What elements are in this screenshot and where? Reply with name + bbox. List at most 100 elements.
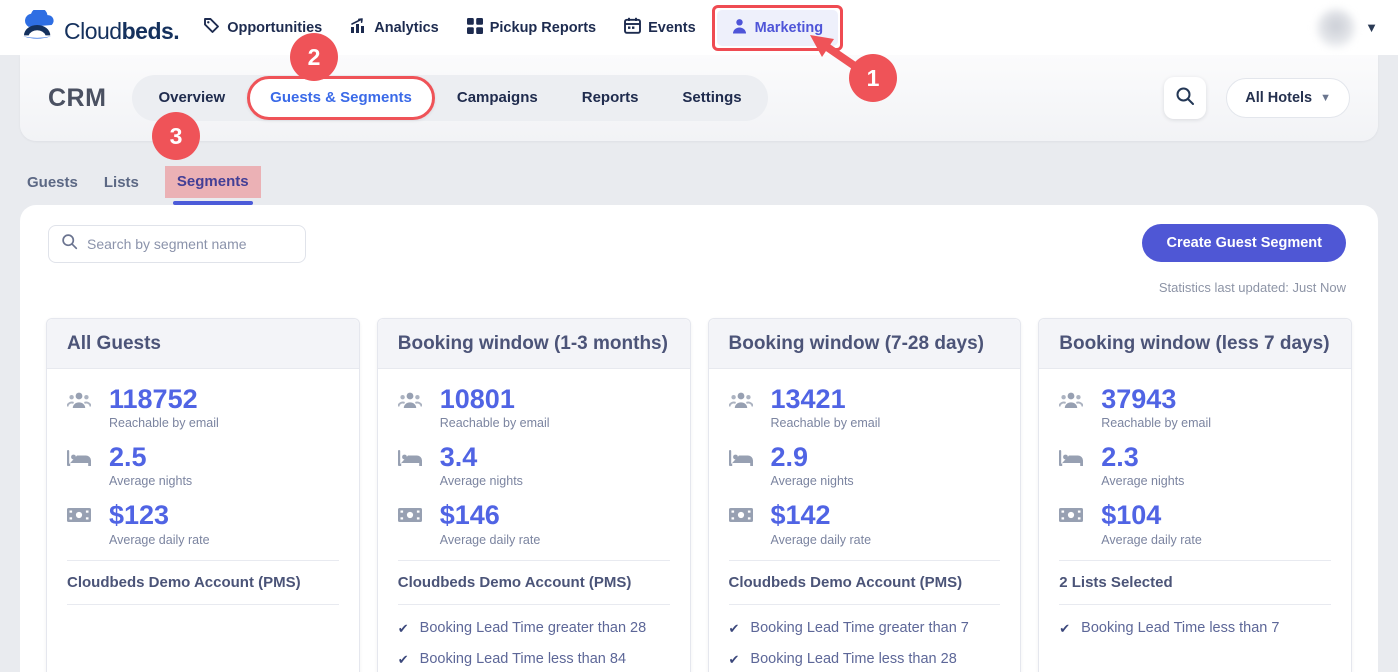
crm-tab-bar: Overview Guests & Segments Campaigns Rep…	[132, 75, 767, 121]
money-icon	[1059, 501, 1085, 546]
stat-label: Average nights	[1101, 474, 1184, 488]
nav-analytics[interactable]: Analytics	[350, 17, 438, 38]
divider	[398, 560, 670, 561]
segment-card-title[interactable]: All Guests	[47, 319, 359, 369]
analytics-chart-icon	[350, 17, 367, 38]
stat-rate: $142 Average daily rate	[729, 501, 1001, 546]
segment-source: Cloudbeds Demo Account (PMS)	[729, 574, 1001, 591]
stat-rate: $104 Average daily rate	[1059, 501, 1331, 546]
segment-card-all-guests: All Guests 118752 Reachable by email 2.5…	[46, 318, 360, 672]
segments-subtab-bar: Guests Lists Segments	[27, 166, 261, 198]
stat-reachable: 13421 Reachable by email	[729, 385, 1001, 430]
page-title: CRM	[48, 84, 106, 113]
subtab-guests[interactable]: Guests	[27, 174, 78, 191]
people-icon	[398, 385, 424, 430]
annotation-highlight-segments: Segments	[165, 166, 261, 198]
stat-value: $123	[109, 501, 210, 529]
grid-icon	[467, 18, 483, 38]
annotation-step-1: 1	[849, 54, 897, 102]
segment-search-box	[48, 225, 306, 263]
top-right-controls: ▼	[1317, 9, 1378, 47]
nav-events[interactable]: Events	[624, 17, 696, 38]
cloudbeds-logo[interactable]: Cloudbeds.	[20, 10, 179, 45]
criteria-item: ✔ Booking Lead Time greater than 7	[729, 620, 1001, 638]
avatar[interactable]	[1317, 9, 1355, 47]
tab-settings[interactable]: Settings	[660, 75, 763, 121]
segment-card-title[interactable]: Booking window (7-28 days)	[709, 319, 1021, 369]
stat-label: Average daily rate	[1101, 533, 1202, 547]
stat-label: Average nights	[109, 474, 192, 488]
people-icon	[1059, 385, 1085, 430]
stat-label: Reachable by email	[109, 416, 219, 430]
segment-card-body: 118752 Reachable by email 2.5 Average ni…	[47, 369, 359, 605]
stat-label: Average nights	[440, 474, 523, 488]
stat-value: $142	[771, 501, 872, 529]
chevron-down-icon: ▼	[1320, 92, 1331, 104]
tab-reports[interactable]: Reports	[560, 75, 661, 121]
stat-value: 118752	[109, 385, 219, 413]
criteria-item: ✔Booking Lead Time less than 28	[729, 651, 1001, 669]
segments-panel: Create Guest Segment Statistics last upd…	[20, 205, 1378, 672]
bed-icon	[729, 443, 755, 488]
annotation-step-2: 2	[290, 33, 338, 81]
stat-value: 2.5	[109, 443, 192, 471]
segment-card-body: 13421 Reachable by email 2.9 Average nig…	[709, 369, 1021, 669]
subtab-lists[interactable]: Lists	[104, 174, 139, 191]
stat-label: Reachable by email	[440, 416, 550, 430]
tab-overview[interactable]: Overview	[136, 75, 247, 121]
stat-value: 3.4	[440, 443, 523, 471]
segment-search-input[interactable]	[87, 236, 293, 252]
stat-value: 10801	[440, 385, 550, 413]
active-subtab-underline	[173, 201, 253, 205]
search-button[interactable]	[1164, 77, 1206, 119]
stat-label: Average daily rate	[109, 533, 210, 547]
divider	[67, 604, 339, 605]
stat-value: $104	[1101, 501, 1202, 529]
stat-value: $146	[440, 501, 541, 529]
stat-value: 13421	[771, 385, 881, 413]
segment-card-title[interactable]: Booking window (1-3 months)	[378, 319, 690, 369]
segment-card-title[interactable]: Booking window (less 7 days)	[1039, 319, 1351, 369]
top-navigation-bar: Cloudbeds. Opportunities Analytics Picku…	[0, 0, 1398, 55]
stat-reachable: 10801 Reachable by email	[398, 385, 670, 430]
stat-nights: 3.4 Average nights	[398, 443, 670, 488]
criteria-text: Booking Lead Time less than 28	[750, 651, 956, 667]
divider	[398, 604, 670, 605]
hotel-selector-dropdown[interactable]: All Hotels ▼	[1226, 78, 1350, 118]
nav-label: Pickup Reports	[490, 20, 596, 36]
segment-card-body: 10801 Reachable by email 3.4 Average nig…	[378, 369, 690, 669]
criteria-list: ✔Booking Lead Time greater than 28 ✔Book…	[398, 620, 670, 669]
check-icon: ✔	[398, 651, 409, 669]
divider	[729, 604, 1001, 605]
criteria-text: Booking Lead Time less than 7	[1081, 620, 1279, 636]
check-icon: ✔	[398, 620, 409, 638]
divider	[729, 560, 1001, 561]
nav-pickup-reports[interactable]: Pickup Reports	[467, 18, 596, 38]
criteria-text: Booking Lead Time greater than 7	[750, 620, 968, 636]
segment-card-body: 37943 Reachable by email 2.3 Average nig…	[1039, 369, 1351, 638]
chevron-down-icon[interactable]: ▼	[1365, 20, 1378, 35]
stat-nights: 2.5 Average nights	[67, 443, 339, 488]
people-icon	[729, 385, 755, 430]
stat-nights: 2.9 Average nights	[729, 443, 1001, 488]
segment-card-booking-7-28-days: Booking window (7-28 days) 13421 Reachab…	[708, 318, 1022, 672]
cloudbeds-logo-text: Cloudbeds.	[64, 18, 179, 45]
stat-rate: $123 Average daily rate	[67, 501, 339, 546]
calendar-icon	[624, 17, 641, 38]
nav-label: Events	[648, 20, 696, 36]
tab-campaigns[interactable]: Campaigns	[435, 75, 560, 121]
check-icon: ✔	[729, 620, 740, 638]
create-guest-segment-button[interactable]: Create Guest Segment	[1142, 224, 1346, 262]
segment-source: Cloudbeds Demo Account (PMS)	[67, 574, 339, 591]
cloudbeds-logo-icon	[20, 10, 58, 45]
divider	[1059, 604, 1331, 605]
crm-band-right: All Hotels ▼	[1164, 77, 1350, 119]
tab-guests-segments[interactable]: Guests & Segments	[247, 76, 435, 120]
nav-label: Analytics	[374, 20, 438, 36]
divider	[1059, 560, 1331, 561]
subtab-segments[interactable]: Segments	[177, 173, 249, 190]
criteria-list: ✔Booking Lead Time less than 7	[1059, 620, 1331, 638]
stat-label: Average daily rate	[440, 533, 541, 547]
stat-value: 2.3	[1101, 443, 1184, 471]
bed-icon	[1059, 443, 1085, 488]
